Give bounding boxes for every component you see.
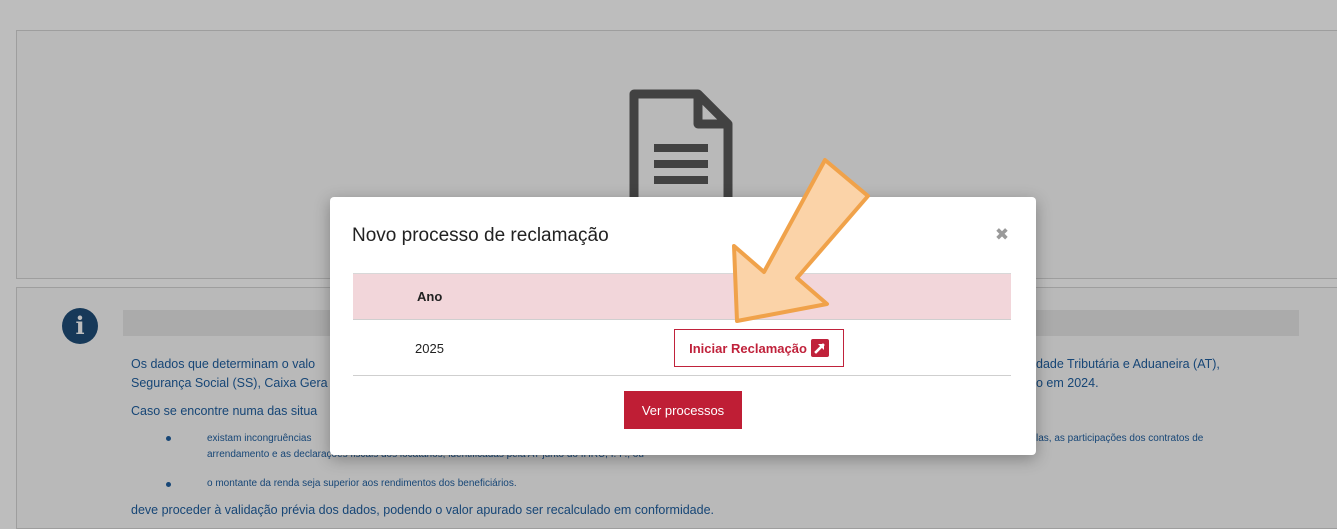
new-complaint-modal: Novo processo de reclamação ✖ Ano 2025 I…: [330, 197, 1036, 455]
external-link-icon: [810, 339, 829, 357]
modal-title: Novo processo de reclamação: [352, 225, 609, 246]
year-table: Ano 2025 Iniciar Reclamação: [353, 273, 1011, 376]
table-header: Ano: [353, 273, 1011, 320]
table-row: 2025 Iniciar Reclamação: [353, 320, 1011, 376]
view-processes-button[interactable]: Ver processos: [624, 391, 742, 429]
start-complaint-label: Iniciar Reclamação: [689, 340, 807, 356]
year-cell: 2025: [415, 341, 444, 356]
start-complaint-button[interactable]: Iniciar Reclamação: [674, 329, 844, 367]
close-icon[interactable]: ✖: [992, 225, 1012, 245]
column-header-year: Ano: [417, 289, 443, 304]
external-link-arrow: [814, 343, 825, 354]
